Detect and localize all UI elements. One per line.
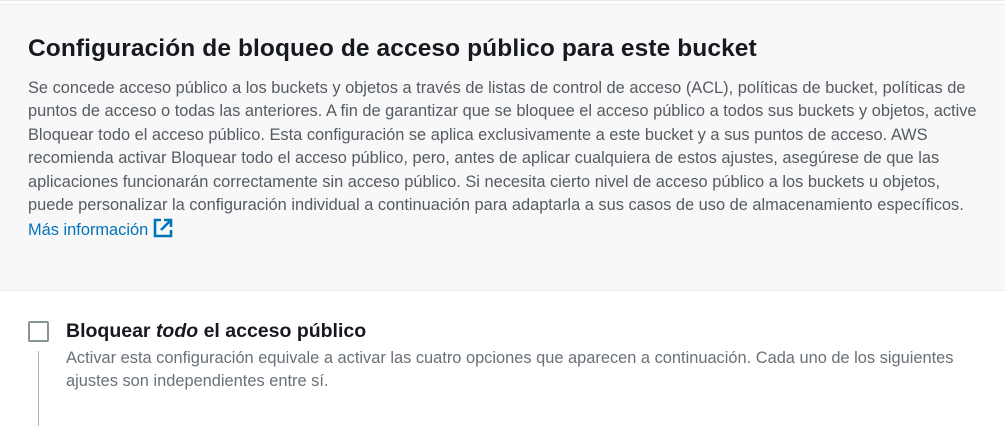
block-all-label-suffix: el acceso público [198,320,367,342]
external-link-icon [152,217,174,246]
block-all-description: Activar esta configuración equivale a ac… [66,349,954,391]
more-info-link[interactable]: Más información [28,219,174,240]
panel-title: Configuración de bloqueo de acceso públi… [28,35,757,62]
options-tree-line [38,351,39,426]
more-info-link-label: Más información [28,221,149,240]
panel-description-text: Se concede acceso público a los buckets … [28,79,977,215]
panel-description: Se concede acceso público a los buckets … [28,77,988,247]
block-public-access-panel: Configuración de bloqueo de acceso públi… [0,4,1005,291]
block-all-label-prefix: Bloquear [66,320,156,342]
block-all-checkbox[interactable] [28,321,49,342]
block-all-label[interactable]: Bloquear todo el acceso público [66,320,366,343]
block-all-label-emphasis: todo [155,320,199,342]
